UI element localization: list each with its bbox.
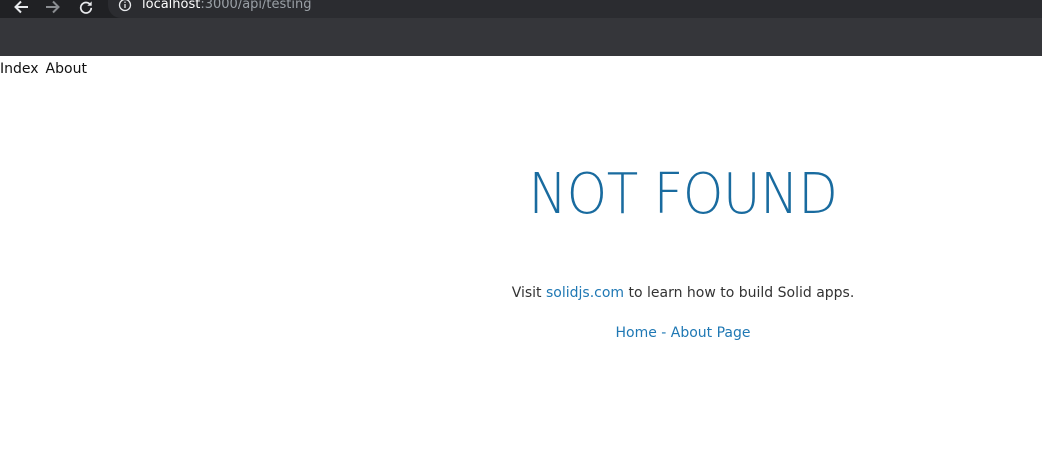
visit-prefix: Visit [511,285,546,301]
nav-link-index[interactable]: Index [0,61,39,77]
visit-suffix: to learn how to build Solid apps. [624,285,855,301]
page-title: NOT FOUND [528,162,838,227]
reload-button[interactable] [75,0,97,14]
info-icon[interactable] [118,0,132,12]
main-content: NOT FOUND Visit solidjs.com to learn how… [324,160,1042,344]
back-button[interactable] [10,0,32,14]
forward-button[interactable] [42,0,64,14]
about-page-link[interactable]: About Page [671,325,751,341]
nav-link-about[interactable]: About [46,61,87,77]
link-separator: - [656,325,671,341]
visit-text: Visit solidjs.com to learn how to build … [324,282,1042,304]
browser-chrome: localhost:3000/api/testing [0,0,1042,56]
reload-icon [79,1,93,14]
forward-arrow-icon [46,0,60,14]
back-arrow-icon [14,0,28,14]
url-host: localhost [142,0,201,12]
home-link[interactable]: Home [615,325,656,341]
footer-links: Home - About Page [324,322,1042,344]
solidjs-link[interactable]: solidjs.com [546,285,624,301]
url-path: :3000/api/testing [200,0,312,12]
url-text[interactable]: localhost:3000/api/testing [142,0,311,13]
page-nav: Index About [0,60,87,78]
